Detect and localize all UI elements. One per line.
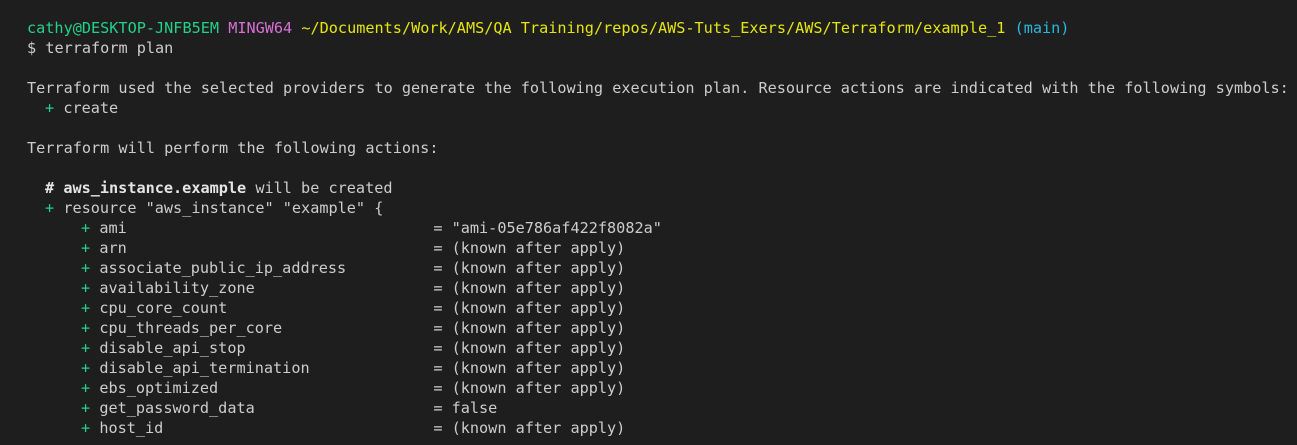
attribute-row: + disable_api_stop = (known after apply): [27, 338, 1297, 358]
create-symbol: +: [81, 379, 91, 397]
resource-comment: # aws_instance.example will be created: [27, 178, 1297, 198]
command-line: $ terraform plan: [27, 38, 1297, 58]
attribute-value: = (known after apply): [433, 279, 626, 297]
attribute-value: = (known after apply): [433, 239, 626, 257]
legend-create: + create: [27, 98, 1297, 118]
attribute-value: = (known after apply): [433, 319, 626, 337]
attribute-row: + host_id = (known after apply): [27, 418, 1297, 438]
terminal-output[interactable]: cathy@DESKTOP-JNFB5EM MINGW64 ~/Document…: [0, 0, 1297, 445]
attribute-name: cpu_threads_per_core: [99, 319, 283, 337]
attribute-value: = "ami-05e786af422f8082a": [433, 219, 662, 237]
resource-decl-text: resource "aws_instance" "example" {: [63, 199, 384, 217]
create-symbol: +: [45, 99, 55, 117]
attribute-name: availability_zone: [99, 279, 255, 297]
plan-intro: Terraform used the selected providers to…: [27, 79, 1289, 97]
attribute-row: + arn = (known after apply): [27, 238, 1297, 258]
attribute-list: + ami = "ami-05e786af422f8082a" + arn = (kn…: [27, 218, 1297, 438]
attribute-value: = false: [433, 399, 498, 417]
user-host: cathy@DESKTOP-JNFB5EM: [27, 19, 220, 37]
create-symbol: +: [81, 339, 91, 357]
attribute-name: disable_api_stop: [99, 339, 246, 357]
actions-header: Terraform will perform the following act…: [27, 139, 439, 157]
resource-address: aws_instance.example: [63, 179, 247, 197]
resource-status: will be created: [255, 179, 393, 197]
attribute-value: = (known after apply): [433, 379, 626, 397]
resource-declaration: + resource "aws_instance" "example" {: [27, 198, 1297, 218]
create-label: create: [63, 99, 119, 117]
attribute-row: + availability_zone = (known after apply): [27, 278, 1297, 298]
git-branch: (main): [1014, 19, 1070, 37]
create-symbol: +: [81, 279, 91, 297]
create-symbol: +: [81, 359, 91, 377]
attribute-row: + ebs_optimized = (known after apply): [27, 378, 1297, 398]
attribute-name: ebs_optimized: [99, 379, 219, 397]
command-text: terraform plan: [45, 39, 174, 57]
attribute-row: + cpu_core_count = (known after apply): [27, 298, 1297, 318]
create-symbol: +: [81, 239, 91, 257]
attribute-row: + ami = "ami-05e786af422f8082a": [27, 218, 1297, 238]
prompt-symbol: $: [27, 39, 37, 57]
attribute-row: + disable_api_termination = (known after …: [27, 358, 1297, 378]
attribute-value: = (known after apply): [433, 339, 626, 357]
attribute-name: cpu_core_count: [99, 299, 228, 317]
msystem-label: MINGW64: [228, 19, 293, 37]
attribute-value: = (known after apply): [433, 259, 626, 277]
create-symbol: +: [81, 259, 91, 277]
attribute-row: + cpu_threads_per_core = (known after app…: [27, 318, 1297, 338]
create-symbol: +: [81, 399, 91, 417]
attribute-name: host_id: [99, 419, 164, 437]
create-symbol: +: [81, 219, 91, 237]
attribute-name: get_password_data: [99, 399, 255, 417]
attribute-name: disable_api_termination: [99, 359, 310, 377]
attribute-value: = (known after apply): [433, 419, 626, 437]
attribute-value: = (known after apply): [433, 299, 626, 317]
attribute-row: + get_password_data = false: [27, 398, 1297, 418]
comment-hash: #: [45, 179, 55, 197]
attribute-row: + associate_public_ip_address = (known af…: [27, 258, 1297, 278]
attribute-name: associate_public_ip_address: [99, 259, 347, 277]
create-symbol: +: [45, 199, 55, 217]
shell-prompt: cathy@DESKTOP-JNFB5EM MINGW64 ~/Document…: [27, 18, 1297, 38]
create-symbol: +: [81, 319, 91, 337]
current-directory: ~/Documents/Work/AMS/QA Training/repos/A…: [301, 19, 1006, 37]
attribute-name: ami: [99, 219, 127, 237]
create-symbol: +: [81, 299, 91, 317]
attribute-name: arn: [99, 239, 127, 257]
create-symbol: +: [81, 419, 91, 437]
attribute-value: = (known after apply): [433, 359, 626, 377]
